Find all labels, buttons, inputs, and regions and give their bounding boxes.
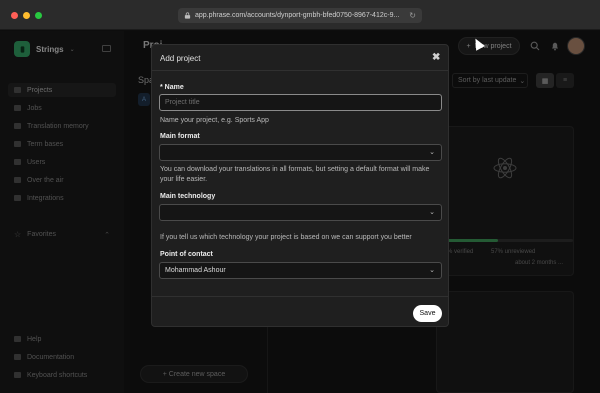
point-of-contact-select[interactable]: Mohammad Ashour ⌄: [159, 262, 442, 279]
point-of-contact-label: Point of contact: [160, 251, 213, 258]
reload-icon[interactable]: ↻: [409, 11, 416, 20]
name-label: * Name: [160, 84, 184, 91]
minimize-window-button[interactable]: [23, 12, 30, 19]
lock-icon: [184, 12, 191, 19]
close-window-button[interactable]: [11, 12, 18, 19]
main-format-select[interactable]: ⌄: [159, 144, 442, 161]
dialog-footer-divider: [152, 296, 448, 297]
dialog-title: Add project: [160, 54, 201, 63]
maximize-window-button[interactable]: [35, 12, 42, 19]
project-name-input[interactable]: Project title: [159, 94, 442, 111]
close-icon[interactable]: ✖: [432, 52, 440, 63]
main-technology-label: Main technology: [160, 193, 216, 200]
main-format-label: Main format: [160, 133, 200, 140]
address-bar[interactable]: app.phrase.com/accounts/dynport-gmbh-bfe…: [178, 8, 422, 23]
chevron-down-icon: ⌄: [429, 267, 435, 274]
dialog-header: Add project ✖: [152, 45, 448, 71]
chevron-down-icon: ⌄: [429, 209, 435, 216]
technology-help-text: If you tell us which technology your pro…: [160, 234, 412, 241]
chevron-down-icon: ⌄: [429, 149, 435, 156]
main-technology-select[interactable]: ⌄: [159, 204, 442, 221]
format-help-text: You can download your translations in al…: [160, 166, 430, 183]
name-help-text: Name your project, e.g. Sports App: [160, 117, 269, 124]
contact-value: Mohammad Ashour: [165, 267, 226, 274]
add-project-dialog: Add project ✖ * Name Project title Name …: [151, 44, 449, 327]
browser-titlebar: app.phrase.com/accounts/dynport-gmbh-bfe…: [0, 0, 600, 30]
save-button[interactable]: Save: [413, 305, 442, 322]
url-text: app.phrase.com/accounts/dynport-gmbh-bfe…: [195, 12, 400, 19]
name-placeholder: Project title: [165, 99, 200, 106]
